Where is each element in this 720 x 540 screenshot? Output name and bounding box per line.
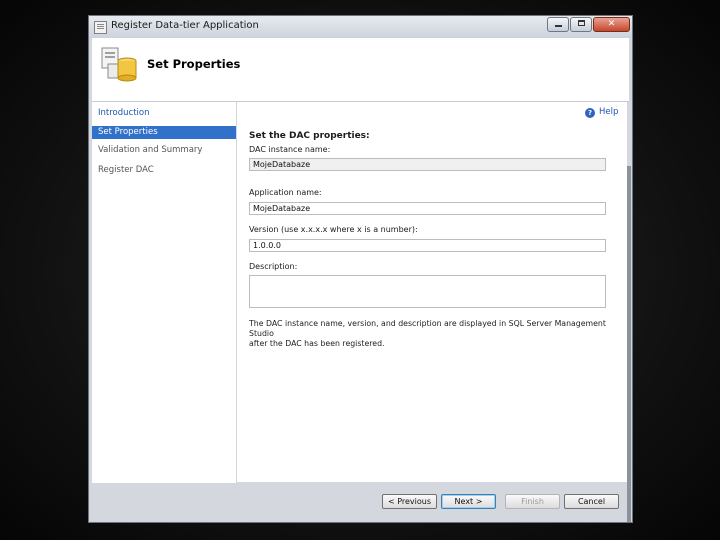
version-field[interactable]: 1.0.0.0 <box>249 239 606 252</box>
minimize-icon <box>554 25 562 27</box>
application-name-field[interactable]: MojeDatabaze <box>249 202 606 215</box>
finish-button: Finish <box>505 494 560 509</box>
info-note-line-1: The DAC instance name, version, and desc… <box>249 319 606 338</box>
app-icon <box>94 21 107 34</box>
wizard-header: Set Properties <box>92 38 629 102</box>
maximize-button[interactable] <box>570 17 592 32</box>
maximize-icon <box>577 20 585 26</box>
info-note-line-2: after the DAC has been registered. <box>249 339 385 348</box>
minimize-button[interactable] <box>547 17 569 32</box>
window-edge-strip <box>627 166 631 522</box>
help-label: Help <box>599 107 619 117</box>
description-label: Description: <box>249 262 298 271</box>
dac-instance-label: DAC instance name: <box>249 145 331 154</box>
previous-button[interactable]: < Previous <box>382 494 437 509</box>
help-link[interactable]: ? Help <box>585 107 618 118</box>
application-name-label: Application name: <box>249 188 322 197</box>
step-register-dac: Register DAC <box>98 165 154 175</box>
info-note: The DAC instance name, version, and desc… <box>249 319 614 349</box>
wizard-steps: Introduction Set Properties Validation a… <box>92 102 236 520</box>
database-wizard-icon <box>101 47 137 82</box>
step-validation-summary: Validation and Summary <box>98 145 203 155</box>
description-field[interactable] <box>249 275 606 308</box>
title-bar[interactable]: Register Data-tier Application ✕ <box>89 16 632 38</box>
dac-instance-field[interactable]: MojeDatabaze <box>249 158 606 171</box>
wizard-footer: < Previous Next > Finish Cancel <box>92 483 629 520</box>
page-title: Set Properties <box>147 57 241 71</box>
close-button[interactable]: ✕ <box>593 17 630 32</box>
help-icon: ? <box>585 108 595 118</box>
wizard-window: Register Data-tier Application ✕ Set Pro… <box>88 15 633 523</box>
step-set-properties[interactable]: Set Properties <box>92 126 236 139</box>
next-button[interactable]: Next > <box>441 494 496 509</box>
window-title: Register Data-tier Application <box>111 20 259 31</box>
cancel-button[interactable]: Cancel <box>564 494 619 509</box>
version-label: Version (use x.x.x.x where x is a number… <box>249 225 418 234</box>
properties-panel: ? Help Set the DAC properties: DAC instan… <box>237 102 627 482</box>
step-introduction[interactable]: Introduction <box>92 107 236 120</box>
section-title: Set the DAC properties: <box>249 131 370 141</box>
